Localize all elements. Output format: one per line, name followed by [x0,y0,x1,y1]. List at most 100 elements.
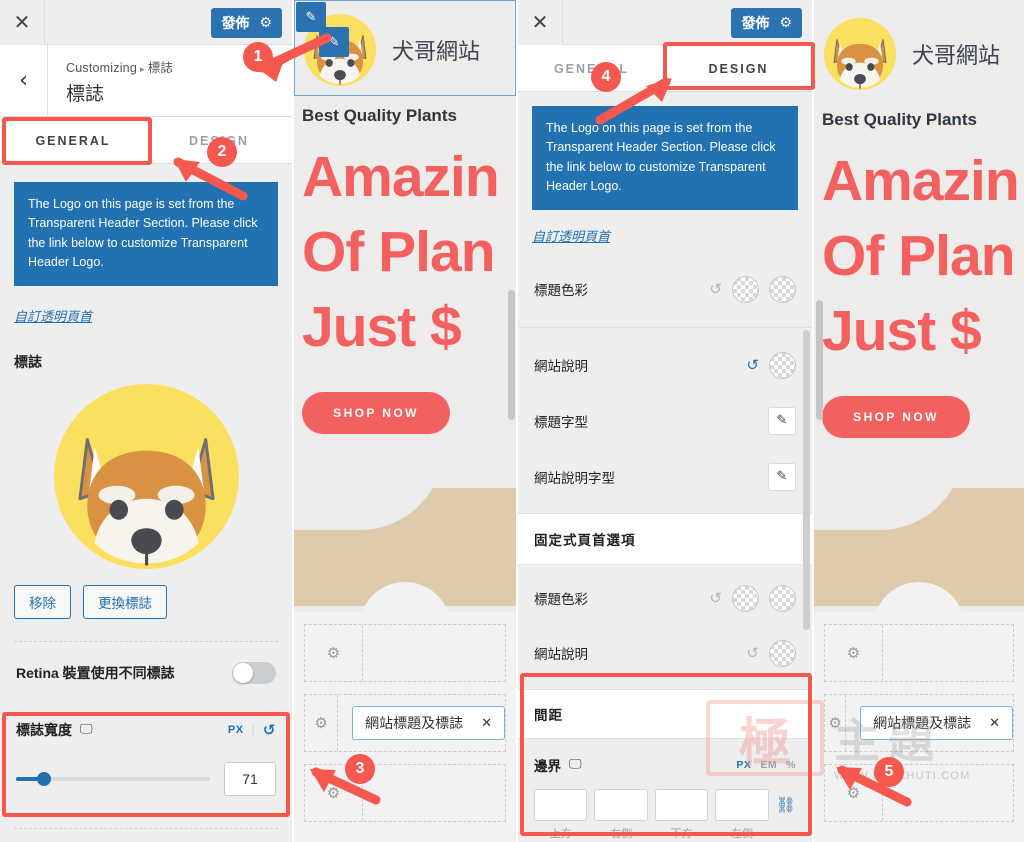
reset-icon[interactable]: ↺ [746,644,759,662]
option-label: 標題色彩 [534,592,588,607]
shop-now-button[interactable]: SHOP NOW [822,395,970,438]
preview-scrollbar[interactable] [816,300,823,420]
curve-notch [814,446,964,530]
widget-chip[interactable]: 網站標題及標誌 ✕ [860,706,1013,740]
option-row-site-description: 網站說明 ↺ [518,332,812,393]
color-swatch[interactable] [769,639,796,667]
close-icon[interactable]: ✕ [518,0,563,45]
margin-left-label: 左側 [730,827,753,840]
unit-divider: | [251,723,255,736]
logo-preview [0,383,292,569]
gear-icon[interactable]: ⚙ [259,15,272,31]
logo-width-slider[interactable] [16,771,210,786]
fox-logo-svg [833,39,887,89]
customizer-scrollbar[interactable] [803,330,810,630]
color-swatch[interactable] [769,275,796,303]
reset-icon[interactable]: ↺ [263,721,276,739]
pencil-icon[interactable]: ✎ [768,406,796,435]
desktop-icon[interactable]: 🖵 [80,722,93,737]
close-icon[interactable]: ✕ [989,716,1000,731]
widget-row[interactable]: ⚙ [824,624,1014,682]
back-button[interactable]: ‹ [0,45,48,116]
hero-line-1: Amazin [822,149,1020,213]
site-tagline: Best Quality Plants [822,110,977,129]
annotation-arrow-3 [310,767,381,805]
reset-icon[interactable]: ↺ [746,356,759,374]
reset-icon[interactable]: ↺ [709,280,722,298]
sticky-header-section-title: 固定式頁首選項 [518,512,812,565]
widget-settings-cell[interactable]: ⚙ [305,625,363,681]
logo-width-input[interactable]: 71 [224,761,276,796]
desktop-icon[interactable]: 🖵 [569,757,582,772]
curve-notch [294,446,444,530]
color-swatch[interactable] [732,584,759,612]
margin-inputs: 上方 右側 下方 左側 ⛓ [534,788,796,841]
page-title: 標誌 [66,84,105,105]
link-icon[interactable]: ⛓ [776,789,796,814]
widget-settings-cell[interactable]: ⚙ [825,625,883,681]
retina-logo-toggle[interactable] [232,661,276,684]
unit-px[interactable]: PX [228,724,244,736]
option-label: 標題色彩 [534,283,588,298]
pencil-icon[interactable]: ✎ [768,462,796,491]
gear-icon[interactable]: ⚙ [779,15,792,31]
annotation-arrow-1 [257,33,332,82]
site-branding: 犬哥網站 [824,18,1024,90]
annotation-arrow-2 [173,157,248,201]
publish-button[interactable]: 發佈 ⚙ [731,8,802,38]
gear-icon[interactable]: ⚙ [327,644,340,662]
close-icon[interactable]: ✕ [0,0,45,45]
site-preview-frame: 犬哥網站 Best Quality Plants Amazin Of Plan … [814,0,1024,842]
reset-icon[interactable]: ↺ [709,589,722,607]
option-row-title-font: 標題字型 ✎ [518,393,812,449]
change-logo-button[interactable]: 更換標誌 [83,584,167,619]
margin-control: 邊界 🖵 PX EM % 上方 右側 下方 左側 ⛓ [518,739,812,842]
option-label: 網站說明 [534,647,588,662]
widget-settings-cell[interactable]: ⚙ [825,695,847,751]
site-preview-panel: 犬哥網站 Best Quality Plants Amazin Of Plan … [294,0,516,842]
site-header-area[interactable]: 犬哥網站 [814,0,1024,100]
color-swatch[interactable] [732,275,759,303]
close-icon[interactable]: ✕ [481,716,492,731]
gear-icon[interactable]: ⚙ [847,644,860,662]
shop-now-button[interactable]: SHOP NOW [302,391,450,434]
color-swatch[interactable] [769,584,796,612]
screenshot-stage: ✕ 發佈 ⚙ ‹ Customizing▸標誌 標誌 GENERAL DESIG… [0,0,1024,842]
logo-action-buttons: 移除 更換標誌 [0,579,292,619]
gear-icon[interactable]: ⚙ [314,714,327,732]
option-label: 網站說明字型 [534,470,615,486]
color-swatch[interactable] [769,351,796,379]
margin-right-input[interactable] [594,788,648,821]
hero-line-1: Amazin [302,145,500,209]
option-row-sticky-title-color: 標題色彩 ↺ [518,565,812,626]
widget-chip[interactable]: 網站標題及標誌 ✕ [352,706,505,740]
customize-transparent-header-link[interactable]: 自訂透明頁首 [14,306,92,325]
logo-width-header: 標誌寬度 🖵 PX | ↺ [16,720,276,740]
hero-line-2: Of Plan [302,220,496,285]
hero-line-3: Just $ [822,299,982,364]
margin-left-input[interactable] [715,788,769,821]
widget-row[interactable]: ⚙ [304,624,506,682]
preview-scrollbar[interactable] [508,290,515,420]
margin-bottom-input[interactable] [654,788,709,821]
remove-logo-button[interactable]: 移除 [14,584,71,619]
slider-handle[interactable] [37,771,52,786]
breadcrumb: Customizing ▸ 標誌 [66,57,173,76]
margin-right-label: 右側 [610,827,633,840]
fox-logo-icon[interactable] [824,18,896,90]
retina-logo-label: Retina 裝置使用不同標誌 [16,664,175,681]
option-row-title-color: 標題色彩 ↺ [518,260,812,323]
gear-icon[interactable]: ⚙ [828,714,841,732]
margin-bottom-label: 下方 [670,827,693,840]
widget-row[interactable]: ⚙ 網站標題及標誌 ✕ [304,694,506,752]
tab-general[interactable]: GENERAL [0,117,146,163]
fox-logo-icon[interactable] [53,383,239,569]
widget-row[interactable]: ⚙ 網站標題及標誌 ✕ [824,694,1014,752]
unit-px[interactable]: PX [736,759,751,771]
customize-transparent-header-link[interactable]: 自訂透明頁首 [532,226,610,245]
unit-percent[interactable]: % [786,759,796,771]
unit-em[interactable]: EM [760,759,777,771]
widget-settings-cell[interactable]: ⚙ [305,695,339,751]
margin-top-input[interactable] [534,788,588,821]
hero-heading: Amazin Of Plan Just $ [814,130,1024,370]
